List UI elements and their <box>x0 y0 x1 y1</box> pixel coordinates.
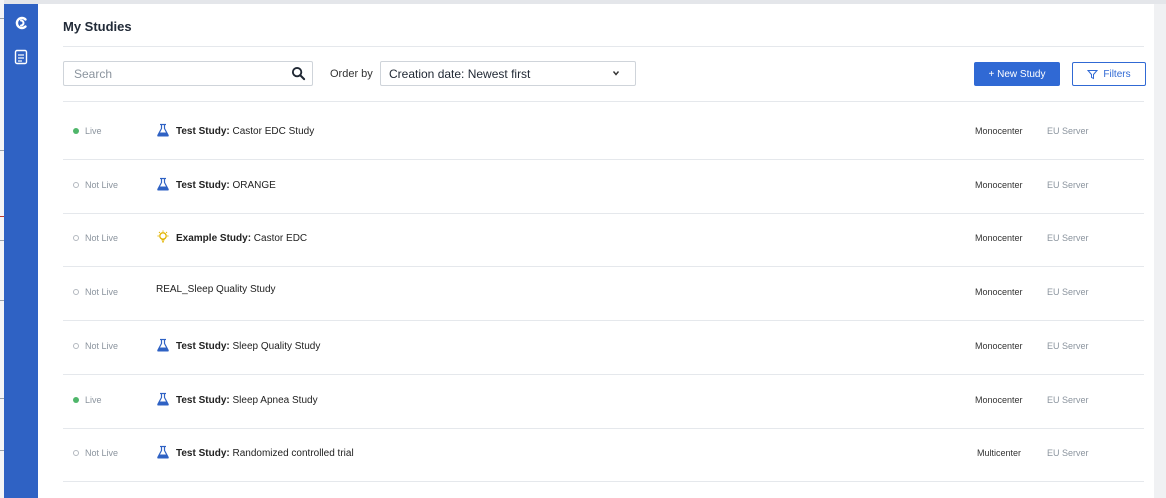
study-title[interactable]: Test Study: Randomized controlled trial <box>156 445 354 462</box>
not-live-dot-icon <box>73 342 79 349</box>
filters-label: Filters <box>1103 68 1131 80</box>
status-text: Live <box>85 126 102 136</box>
flask-icon <box>156 177 170 194</box>
study-name: ORANGE <box>229 179 276 191</box>
order-by-select[interactable]: Creation date: Newest first <box>380 61 636 86</box>
study-server: EU Server <box>1047 448 1089 459</box>
status-badge: Not Live <box>73 180 118 190</box>
study-type: Monocenter <box>975 394 1023 405</box>
search-box <box>63 61 313 86</box>
study-row[interactable]: Live Test Study: Castor EDC Study Monocent… <box>63 106 1119 159</box>
order-by-label: Order by <box>330 68 373 80</box>
status-badge: Live <box>73 126 102 136</box>
row-divider <box>63 481 1144 483</box>
order-by-value: Creation date: Newest first <box>389 67 531 81</box>
flask-icon <box>156 123 170 140</box>
not-live-dot-icon <box>73 181 79 188</box>
lightbulb-icon <box>156 230 170 247</box>
flask-icon <box>156 338 170 355</box>
study-prefix: Test Study: <box>176 394 230 406</box>
study-type: Monocenter <box>975 287 1023 298</box>
study-server: EU Server <box>1047 126 1089 136</box>
study-title[interactable]: Test Study: Sleep Apnea Study <box>156 392 318 409</box>
study-title[interactable]: Test Study: Sleep Quality Study <box>156 338 320 355</box>
divider <box>63 46 1144 47</box>
flask-icon <box>156 445 170 462</box>
status-text: Not Live <box>85 179 119 190</box>
status-text: Not Live <box>85 448 119 459</box>
not-live-dot-icon <box>73 235 79 242</box>
study-server: EU Server <box>1047 394 1089 405</box>
status-text: Not Live <box>85 287 119 298</box>
search-input[interactable] <box>64 62 294 85</box>
study-row[interactable]: Not Live Test Study: Sleep Quality Study M… <box>63 321 1119 374</box>
chevron-down-icon <box>612 71 620 76</box>
study-row[interactable]: Not Live REAL_Sleep Quality Study Monocent… <box>63 267 1119 320</box>
main-content: My Studies Order by Creation date: Newes… <box>38 4 1154 498</box>
study-row[interactable]: Not Live Test Study: Randomized controlle… <box>63 428 1119 481</box>
document-icon[interactable] <box>12 48 30 66</box>
status-badge: Not Live <box>73 233 118 243</box>
study-prefix: Test Study: <box>176 179 230 191</box>
study-name: REAL_Sleep Quality Study <box>156 284 276 296</box>
flask-icon <box>156 392 170 409</box>
status-badge: Not Live <box>73 287 118 297</box>
status-badge: Live <box>73 395 102 405</box>
scrollbar-track[interactable] <box>1154 4 1166 498</box>
page-title: My Studies <box>63 19 132 34</box>
status-text: Not Live <box>85 340 119 351</box>
study-title[interactable]: Test Study: ORANGE <box>156 177 276 194</box>
study-prefix: Test Study: <box>176 448 230 460</box>
study-row[interactable]: Live Test Study: Sleep Apnea Study Monocen… <box>63 375 1119 428</box>
study-prefix: Test Study: <box>176 340 230 352</box>
castor-logo-icon[interactable] <box>12 14 30 32</box>
live-dot-icon <box>73 128 79 134</box>
study-row[interactable]: Not Live Test Study: ORANGE Monocenter EU S… <box>63 160 1119 213</box>
study-type: Multicenter <box>977 448 1022 459</box>
study-name: Randomized controlled trial <box>229 448 354 460</box>
not-live-dot-icon <box>73 289 79 296</box>
study-row[interactable]: Not Live Example Study: Castor EDC Monocen… <box>63 213 1119 266</box>
filters-button[interactable]: Filters <box>1072 62 1146 86</box>
study-title[interactable]: Test Study: Castor EDC Study <box>156 123 314 140</box>
study-name: Castor EDC <box>251 233 308 245</box>
study-server: EU Server <box>1047 340 1089 351</box>
status-badge: Not Live <box>73 448 118 458</box>
study-title[interactable]: REAL_Sleep Quality Study <box>156 284 276 295</box>
study-name: Sleep Apnea Study <box>229 394 318 406</box>
divider <box>63 101 1144 102</box>
study-type: Monocenter <box>975 126 1023 136</box>
filter-icon <box>1087 69 1099 79</box>
study-server: EU Server <box>1047 233 1089 244</box>
study-title[interactable]: Example Study: Castor EDC <box>156 230 307 247</box>
study-name: Sleep Quality Study <box>229 340 321 352</box>
study-type: Monocenter <box>975 340 1023 351</box>
new-study-button[interactable]: + New Study <box>974 62 1060 86</box>
study-type: Monocenter <box>975 179 1023 190</box>
search-icon[interactable] <box>291 66 306 81</box>
status-text: Live <box>85 394 102 405</box>
study-prefix: Test Study: <box>176 126 230 137</box>
live-dot-icon <box>73 396 79 403</box>
study-server: EU Server <box>1047 179 1089 190</box>
study-server: EU Server <box>1047 287 1089 298</box>
not-live-dot-icon <box>73 450 79 457</box>
study-prefix: Example Study: <box>176 233 252 245</box>
status-badge: Not Live <box>73 341 118 351</box>
sidebar <box>4 4 38 498</box>
study-type: Monocenter <box>975 233 1023 244</box>
status-text: Not Live <box>85 233 119 244</box>
study-name: Castor EDC Study <box>229 126 315 137</box>
